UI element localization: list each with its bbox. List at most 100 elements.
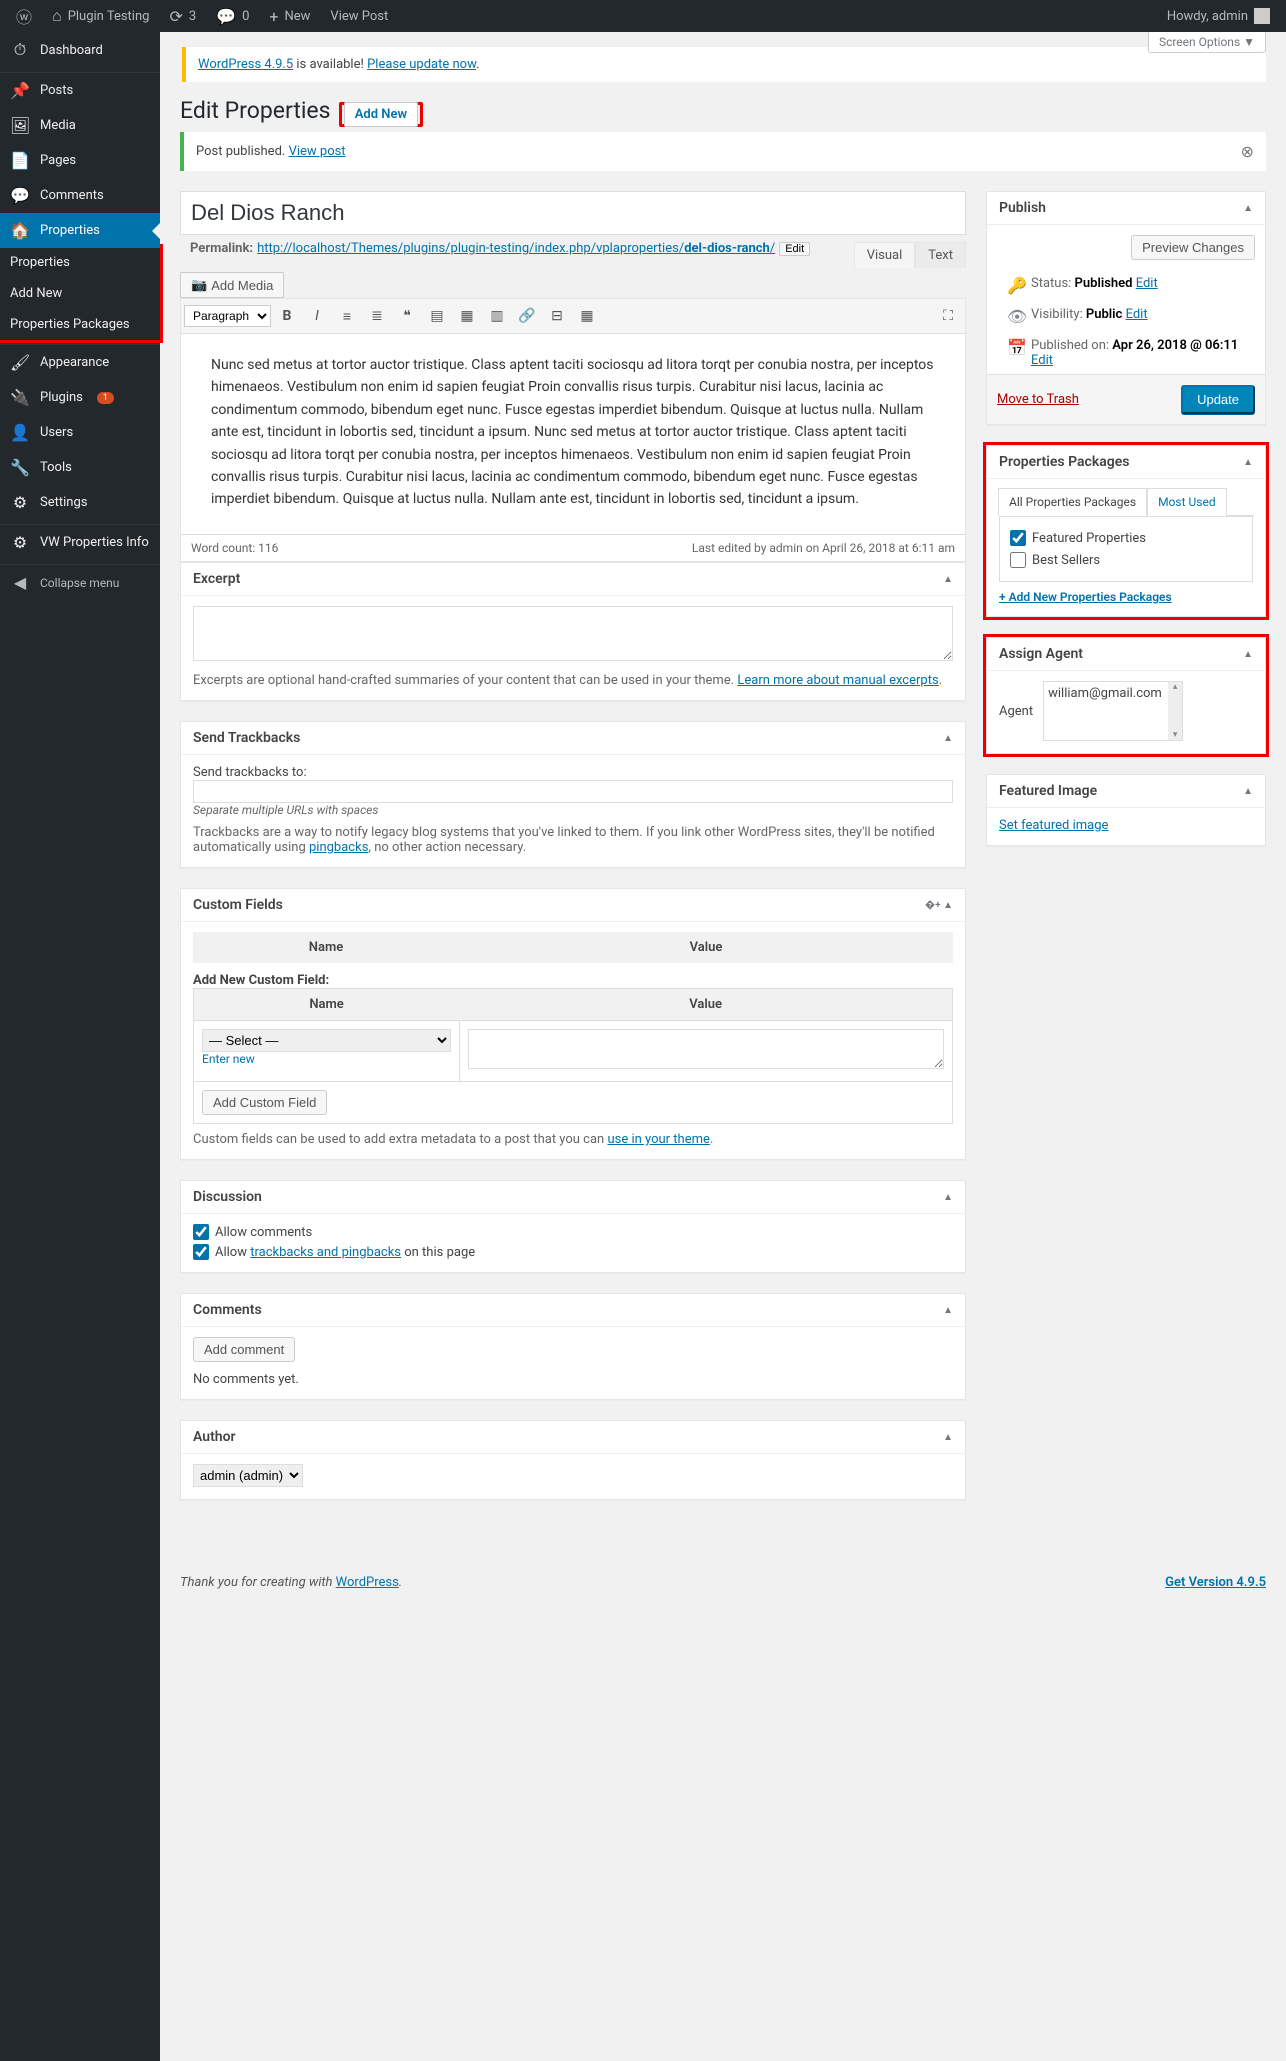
get-version-link[interactable]: Get Version 4.9.5 <box>1165 1575 1266 1590</box>
menu-tools[interactable]: 🔧Tools <box>0 450 160 485</box>
update-button[interactable]: Update <box>1181 385 1255 414</box>
edit-slug-button[interactable]: Edit <box>779 242 810 256</box>
tab-most-used[interactable]: Most Used <box>1147 488 1227 516</box>
collapse-menu[interactable]: ◀Collapse menu <box>0 565 160 600</box>
toolbar-toggle-icon[interactable]: ▦ <box>573 302 601 330</box>
update-now-link[interactable]: Please update now <box>367 57 476 72</box>
align-right-icon[interactable]: ▥ <box>483 302 511 330</box>
menu-dashboard[interactable]: ⏱Dashboard <box>0 32 160 68</box>
featured-checkbox[interactable] <box>1010 530 1026 546</box>
bestsellers-checkbox[interactable] <box>1010 552 1026 568</box>
wp-logo[interactable]: ⓦ <box>8 0 40 32</box>
align-left-icon[interactable]: ▤ <box>423 302 451 330</box>
cf-name-select[interactable]: — Select — <box>202 1029 451 1052</box>
excerpt-help-link[interactable]: Learn more about manual excerpts <box>737 673 938 688</box>
chevron-up-icon[interactable]: ▲ <box>943 1305 953 1316</box>
fullscreen-icon[interactable]: ⛶ <box>934 302 962 330</box>
pingbacks-link[interactable]: pingbacks <box>309 840 368 855</box>
featured-title: Featured Image <box>999 783 1097 799</box>
chevron-up-icon[interactable]: ▲ <box>1243 649 1253 660</box>
bold-icon[interactable]: B <box>273 302 301 330</box>
align-center-icon[interactable]: ▦ <box>453 302 481 330</box>
number-list-icon[interactable]: ≣ <box>363 302 391 330</box>
editor-content[interactable]: Nunc sed metus at tortor auctor tristiqu… <box>181 334 965 534</box>
preview-button[interactable]: Preview Changes <box>1131 235 1255 260</box>
menu-appearance[interactable]: 🖌Appearance <box>0 345 160 380</box>
menu-properties[interactable]: 🏠Properties <box>0 213 160 248</box>
permalink-link[interactable]: http://localhost/Themes/plugins/plugin-t… <box>257 241 775 256</box>
screen-options[interactable]: Screen Options ▼ <box>1148 32 1266 53</box>
my-account[interactable]: Howdy, admin <box>1159 0 1278 32</box>
submenu-packages[interactable]: Properties Packages <box>0 309 160 340</box>
readmore-icon[interactable]: ⊟ <box>543 302 571 330</box>
allow-pings-checkbox[interactable] <box>193 1244 209 1260</box>
chevron-up-icon[interactable]: ▲ <box>1243 786 1253 797</box>
tab-all-packages[interactable]: All Properties Packages <box>998 488 1147 516</box>
add-comment-button[interactable]: Add comment <box>193 1337 295 1362</box>
trackbacks-pingbacks-link[interactable]: trackbacks and pingbacks <box>250 1245 401 1260</box>
menu-media[interactable]: 🖼Media <box>0 108 160 143</box>
new-content[interactable]: +New <box>261 0 318 32</box>
enter-new-link[interactable]: Enter new <box>202 1052 255 1066</box>
view-post[interactable]: View Post <box>322 0 396 32</box>
pin-icon: 📌 <box>10 81 30 100</box>
cf-value-textarea[interactable] <box>468 1029 944 1069</box>
menu-plugins[interactable]: 🔌Plugins1 <box>0 380 160 415</box>
link-icon[interactable]: 🔗 <box>513 302 541 330</box>
trackbacks-howto: Separate multiple URLs with spaces <box>193 803 953 817</box>
add-cf-button[interactable]: Add Custom Field <box>202 1090 327 1115</box>
chevron-up-icon[interactable]: ▲ <box>1243 457 1253 468</box>
last-edited: Last edited by admin on April 26, 2018 a… <box>692 541 955 555</box>
add-new-button[interactable]: Add New <box>344 102 418 127</box>
post-title-input[interactable] <box>180 191 966 235</box>
tab-text[interactable]: Text <box>915 242 966 268</box>
edit-date-link[interactable]: Edit <box>1031 353 1053 368</box>
move-to-trash[interactable]: Move to Trash <box>997 392 1079 407</box>
agent-title: Assign Agent <box>999 646 1083 662</box>
chevron-up-icon[interactable]: �+ ▲ <box>925 900 953 911</box>
edit-visibility-link[interactable]: Edit <box>1126 307 1148 322</box>
format-select[interactable]: Paragraph <box>184 305 271 327</box>
menu-users[interactable]: 👤Users <box>0 415 160 450</box>
cf-theme-link[interactable]: use in your theme <box>607 1132 709 1147</box>
tab-visual[interactable]: Visual <box>854 242 916 268</box>
comments-box: Comments▲ Add comment No comments yet. <box>180 1293 966 1400</box>
site-name[interactable]: ⌂Plugin Testing <box>44 0 157 32</box>
excerpt-box: Excerpt▲ Excerpts are optional hand-craf… <box>180 562 966 701</box>
allow-comments-checkbox[interactable] <box>193 1224 209 1240</box>
view-post-link[interactable]: View post <box>289 144 346 159</box>
agent-listbox[interactable]: william@gmail.com ▴▾ <box>1043 681 1183 741</box>
updates[interactable]: ⟳3 <box>161 0 204 32</box>
wp-version-link[interactable]: WordPress 4.9.5 <box>198 57 293 72</box>
menu-comments[interactable]: 💬Comments <box>0 178 160 213</box>
author-select[interactable]: admin (admin) <box>193 1464 303 1487</box>
editor-wrap: Paragraph B I ≡ ≣ ❝ ▤ ▦ ▥ 🔗 ⊟ ▦ ⛶ <box>180 298 966 562</box>
bullet-list-icon[interactable]: ≡ <box>333 302 361 330</box>
menu-settings[interactable]: ⚙Settings <box>0 485 160 520</box>
chevron-up-icon[interactable]: ▲ <box>943 574 953 585</box>
submenu-add-new[interactable]: Add New <box>0 278 160 309</box>
menu-posts[interactable]: 📌Posts <box>0 73 160 108</box>
chevron-up-icon[interactable]: ▲ <box>1243 203 1253 214</box>
trackbacks-label: Send trackbacks to: <box>193 765 953 780</box>
excerpt-textarea[interactable] <box>193 606 953 661</box>
menu-pages[interactable]: 📄Pages <box>0 143 160 178</box>
italic-icon[interactable]: I <box>303 302 331 330</box>
chevron-up-icon[interactable]: ▲ <box>943 733 953 744</box>
quote-icon[interactable]: ❝ <box>393 302 421 330</box>
add-media-button[interactable]: 📷Add Media <box>180 272 284 298</box>
set-featured-image-link[interactable]: Set featured image <box>999 818 1108 833</box>
wordpress-link[interactable]: WordPress <box>336 1575 399 1590</box>
trackbacks-title: Send Trackbacks <box>193 730 300 746</box>
scrollbar[interactable]: ▴▾ <box>1168 682 1182 740</box>
chevron-up-icon[interactable]: ▲ <box>943 1192 953 1203</box>
trackback-input[interactable] <box>193 780 953 803</box>
add-package-link[interactable]: + Add New Properties Packages <box>999 590 1253 604</box>
submenu-properties[interactable]: Properties <box>0 247 160 278</box>
dismiss-notice[interactable]: ⊗ <box>1241 142 1254 161</box>
edit-status-link[interactable]: Edit <box>1136 276 1158 291</box>
comments-count[interactable]: 💬0 <box>208 0 257 32</box>
chevron-up-icon[interactable]: ▲ <box>943 1432 953 1443</box>
key-icon: 🔑 <box>1007 276 1023 295</box>
menu-vw-properties[interactable]: ⚙VW Properties Info <box>0 525 160 560</box>
